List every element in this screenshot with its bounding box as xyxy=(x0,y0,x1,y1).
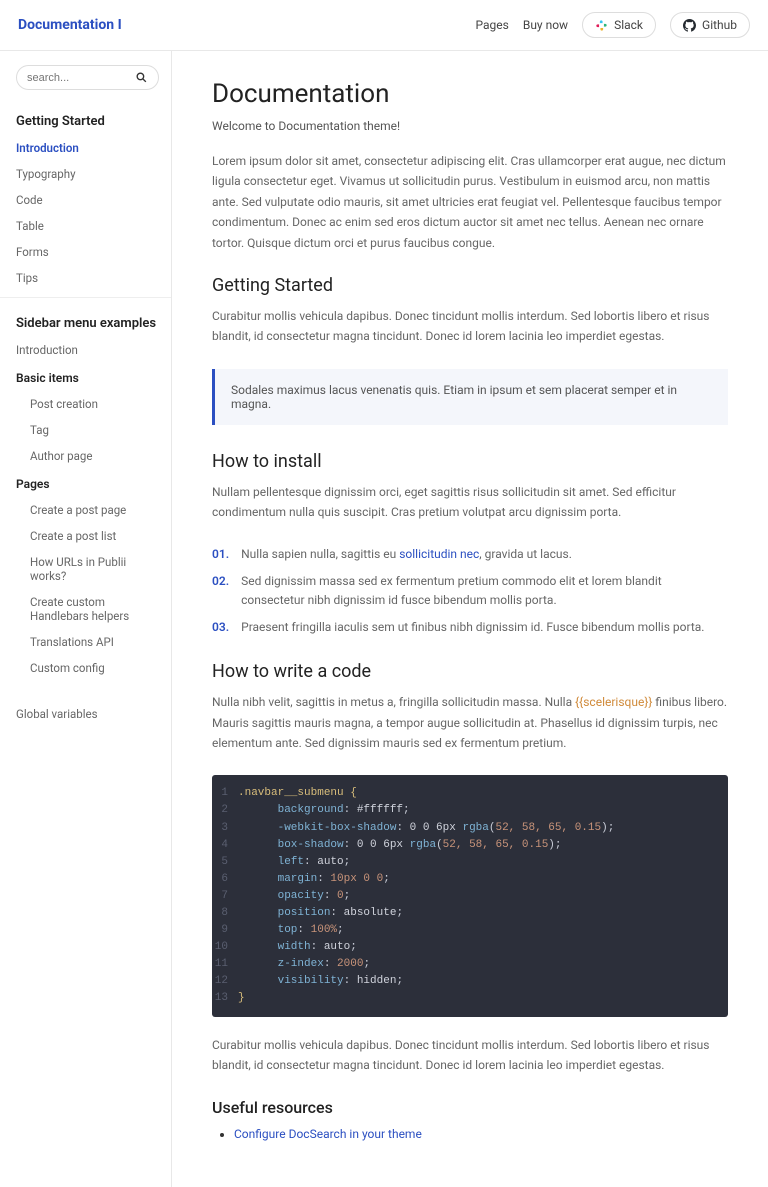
sidebar-item-post-creation[interactable]: Post creation xyxy=(30,397,159,411)
code-paragraph: Nulla nibh velit, sagittis in metus a, f… xyxy=(212,692,728,753)
main-content: Documentation Welcome to Documentation t… xyxy=(172,51,768,1187)
code-block: 1.navbar__submenu { 2 background: #fffff… xyxy=(212,775,728,1017)
intro-paragraph: Lorem ipsum dolor sit amet, consectetur … xyxy=(212,151,728,253)
sidebar-item-intro2[interactable]: Introduction xyxy=(16,343,159,357)
list-item: 03.Praesent fringilla iaculis sem ut fin… xyxy=(212,618,728,637)
useful-list: Configure DocSearch in your theme xyxy=(234,1127,728,1141)
sidebar-section-examples: Sidebar menu examples xyxy=(16,316,159,331)
slack-label: Slack xyxy=(614,18,643,32)
list-item: 02.Sed dignissim massa sed ex fermentum … xyxy=(212,572,728,610)
useful-link[interactable]: Configure DocSearch in your theme xyxy=(234,1127,422,1141)
search-box[interactable] xyxy=(16,65,159,90)
sidebar: Getting Started Introduction Typography … xyxy=(0,51,172,1187)
template-token: {{scelerisque}} xyxy=(575,695,652,709)
sidebar-item-introduction[interactable]: Introduction xyxy=(16,141,159,155)
github-button[interactable]: Github xyxy=(670,12,750,38)
header-nav: Pages Buy now Slack Github xyxy=(476,12,750,38)
list-number: 03. xyxy=(212,618,229,637)
list-number: 02. xyxy=(212,572,229,610)
after-code-paragraph: Curabitur mollis vehicula dapibus. Donec… xyxy=(212,1035,728,1076)
sidebar-item-create-post-page[interactable]: Create a post page xyxy=(30,503,159,517)
sidebar-item-custom-config[interactable]: Custom config xyxy=(30,661,159,675)
sidebar-item-code[interactable]: Code xyxy=(16,193,159,207)
sidebar-item-translations[interactable]: Translations API xyxy=(30,635,159,649)
slack-button[interactable]: Slack xyxy=(582,12,656,38)
sidebar-item-create-post-list[interactable]: Create a post list xyxy=(30,529,159,543)
sidebar-item-table[interactable]: Table xyxy=(16,219,159,233)
list-number: 01. xyxy=(212,545,229,564)
sidebar-item-urls[interactable]: How URLs in Publii works? xyxy=(30,555,159,583)
sidebar-item-forms[interactable]: Forms xyxy=(16,245,159,259)
page-title: Documentation xyxy=(212,79,728,109)
sidebar-item-handlebars[interactable]: Create custom Handlebars helpers xyxy=(30,595,159,623)
github-icon xyxy=(683,19,696,32)
nav-pages[interactable]: Pages xyxy=(476,18,509,32)
header: Documentation I Pages Buy now Slack Gith… xyxy=(0,0,768,51)
sidebar-item-author-page[interactable]: Author page xyxy=(30,449,159,463)
list-item: 01.Nulla sapien nulla, sagittis eu solli… xyxy=(212,545,728,564)
search-icon xyxy=(135,71,148,84)
search-input[interactable] xyxy=(27,72,135,84)
sidebar-section-getting-started: Getting Started xyxy=(16,114,159,129)
section-useful: Useful resources xyxy=(212,1098,728,1117)
install-paragraph: Nullam pellentesque dignissim orci, eget… xyxy=(212,482,728,523)
sidebar-item-typography[interactable]: Typography xyxy=(16,167,159,181)
welcome-text: Welcome to Documentation theme! xyxy=(212,119,728,133)
sidebar-item-global-vars[interactable]: Global variables xyxy=(16,707,159,721)
sidebar-item-tips[interactable]: Tips xyxy=(16,271,159,285)
section-install: How to install xyxy=(212,451,728,472)
sidebar-subtitle-basic: Basic items xyxy=(16,371,159,385)
nav-buynow[interactable]: Buy now xyxy=(523,18,568,32)
list-item: Configure DocSearch in your theme xyxy=(234,1127,728,1141)
install-list: 01.Nulla sapien nulla, sagittis eu solli… xyxy=(212,545,728,638)
section-code: How to write a code xyxy=(212,661,728,682)
github-label: Github xyxy=(702,18,737,32)
inline-link[interactable]: sollicitudin nec xyxy=(399,547,479,561)
sidebar-divider xyxy=(0,297,171,298)
logo[interactable]: Documentation I xyxy=(18,17,122,33)
callout-box: Sodales maximus lacus venenatis quis. Et… xyxy=(212,369,728,425)
sidebar-subtitle-pages: Pages xyxy=(16,477,159,491)
gs-paragraph: Curabitur mollis vehicula dapibus. Donec… xyxy=(212,306,728,347)
section-getting-started: Getting Started xyxy=(212,275,728,296)
slack-icon xyxy=(595,19,608,32)
sidebar-item-tag[interactable]: Tag xyxy=(30,423,159,437)
